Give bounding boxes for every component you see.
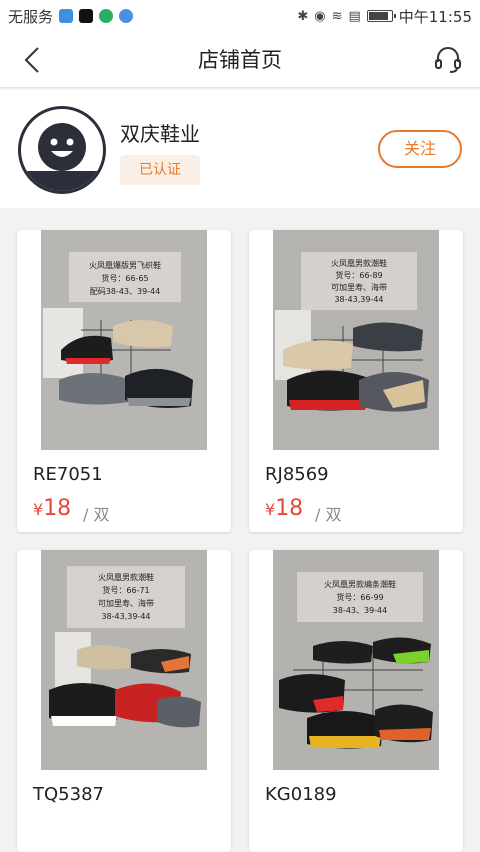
product-code: TQ5387 [33, 784, 104, 805]
tag-text-line: 火凤凰男款潮鞋 [331, 258, 387, 268]
smiley-avatar-icon [21, 123, 103, 191]
product-image: 火凤凰男款潮鞋 货号：66-89 可加里寿、海带 38-43,39-44 [273, 230, 439, 450]
product-image: 火凤凰爆版男飞织鞋 货号：66-65 配码38-43、39-44 [41, 230, 207, 450]
tag-text-line: 可加里寿、海带 [98, 598, 154, 608]
status-bar: 无服务 ✱ ◉ ≋ ▤ 中午11:55 [0, 0, 480, 32]
tag-text-line: 货号：66-89 [335, 270, 382, 280]
music-app-icon [119, 9, 134, 23]
tag-text-line: 可加里寿、海带 [331, 282, 387, 292]
shop-avatar [18, 106, 106, 194]
tag-text-line: 38-43,39-44 [334, 295, 383, 304]
nav-bar: 店铺首页 [0, 32, 480, 88]
shop-name: 双庆鞋业 [120, 122, 200, 146]
battery-level [368, 12, 388, 20]
tag-text-line: 配码38-43、39-44 [90, 287, 161, 296]
verified-badge: 已认证 [120, 155, 200, 185]
product-price: ¥18 [33, 496, 71, 521]
wechat-app-icon [99, 9, 114, 23]
product-code: KG0189 [265, 784, 337, 805]
product-card[interactable]: 火凤凰爆版男飞织鞋 货号：66-65 配码38-43、39-44 RE7051 … [17, 230, 231, 532]
headset-icon[interactable] [432, 44, 464, 76]
follow-button[interactable]: 关注 [378, 130, 462, 168]
product-unit: / 双 [83, 505, 110, 524]
page-title: 店铺首页 [198, 48, 282, 72]
status-bar-right: ✱ ◉ ≋ ▤ 中午11:55 [297, 6, 472, 27]
shoe-photo: 火凤凰男款潮鞋 货号：66-89 可加里寿、海带 38-43,39-44 [273, 230, 439, 450]
bluetooth-icon: ✱ [297, 8, 309, 24]
tag-text-line: 38-43、39-44 [333, 606, 388, 615]
tag-text-line: 货号：66-99 [336, 592, 383, 602]
battery-icon [366, 10, 396, 22]
product-unit: / 双 [315, 505, 342, 524]
product-price: ¥18 [265, 496, 303, 521]
currency-symbol: ¥ [33, 500, 44, 519]
product-image: 火凤凰男款编条潮鞋 货号：66-99 38-43、39-44 [273, 550, 439, 770]
shop-header: 双庆鞋业 已认证 关注 [0, 90, 480, 208]
shoe-photo: 火凤凰爆版男飞织鞋 货号：66-65 配码38-43、39-44 [41, 230, 207, 450]
product-code: RE7051 [33, 464, 103, 485]
signal-icon: ▤ [348, 8, 361, 24]
clock-time: 中午11:55 [398, 7, 472, 26]
product-image: 火凤凰男款潮鞋 货号：66-71 可加里寿、海带 38-43,39-44 [41, 550, 207, 770]
tiktok-app-icon [79, 9, 94, 23]
carrier-label: 无服务 [8, 7, 54, 26]
tag-text-line: 38-43,39-44 [101, 612, 150, 621]
shoe-photo: 火凤凰男款编条潮鞋 货号：66-99 38-43、39-44 [273, 550, 439, 770]
eye-icon: ◉ [314, 8, 326, 24]
product-card[interactable]: 火凤凰男款编条潮鞋 货号：66-99 38-43、39-44 KG0189 [249, 550, 463, 852]
tag-text-line: 火凤凰男款潮鞋 [98, 572, 154, 582]
tag-text-line: 货号：66-65 [101, 273, 148, 283]
shield-app-icon [59, 9, 74, 23]
shoe-photo: 火凤凰男款潮鞋 货号：66-71 可加里寿、海带 38-43,39-44 [41, 550, 207, 770]
tag-text-line: 火凤凰男款编条潮鞋 [324, 579, 396, 589]
tag-text-line: 火凤凰爆版男飞织鞋 [89, 260, 161, 270]
product-card[interactable]: 火凤凰男款潮鞋 货号：66-89 可加里寿、海带 38-43,39-44 RJ8… [249, 230, 463, 532]
product-card[interactable]: 火凤凰男款潮鞋 货号：66-71 可加里寿、海带 38-43,39-44 TQ5… [17, 550, 231, 852]
price-value: 18 [275, 496, 304, 521]
product-code: RJ8569 [265, 464, 329, 485]
tag-text-line: 货号：66-71 [102, 585, 149, 595]
status-bar-left: 无服务 [8, 6, 134, 27]
wifi-icon: ≋ [331, 8, 343, 24]
price-value: 18 [43, 496, 72, 521]
currency-symbol: ¥ [265, 500, 276, 519]
